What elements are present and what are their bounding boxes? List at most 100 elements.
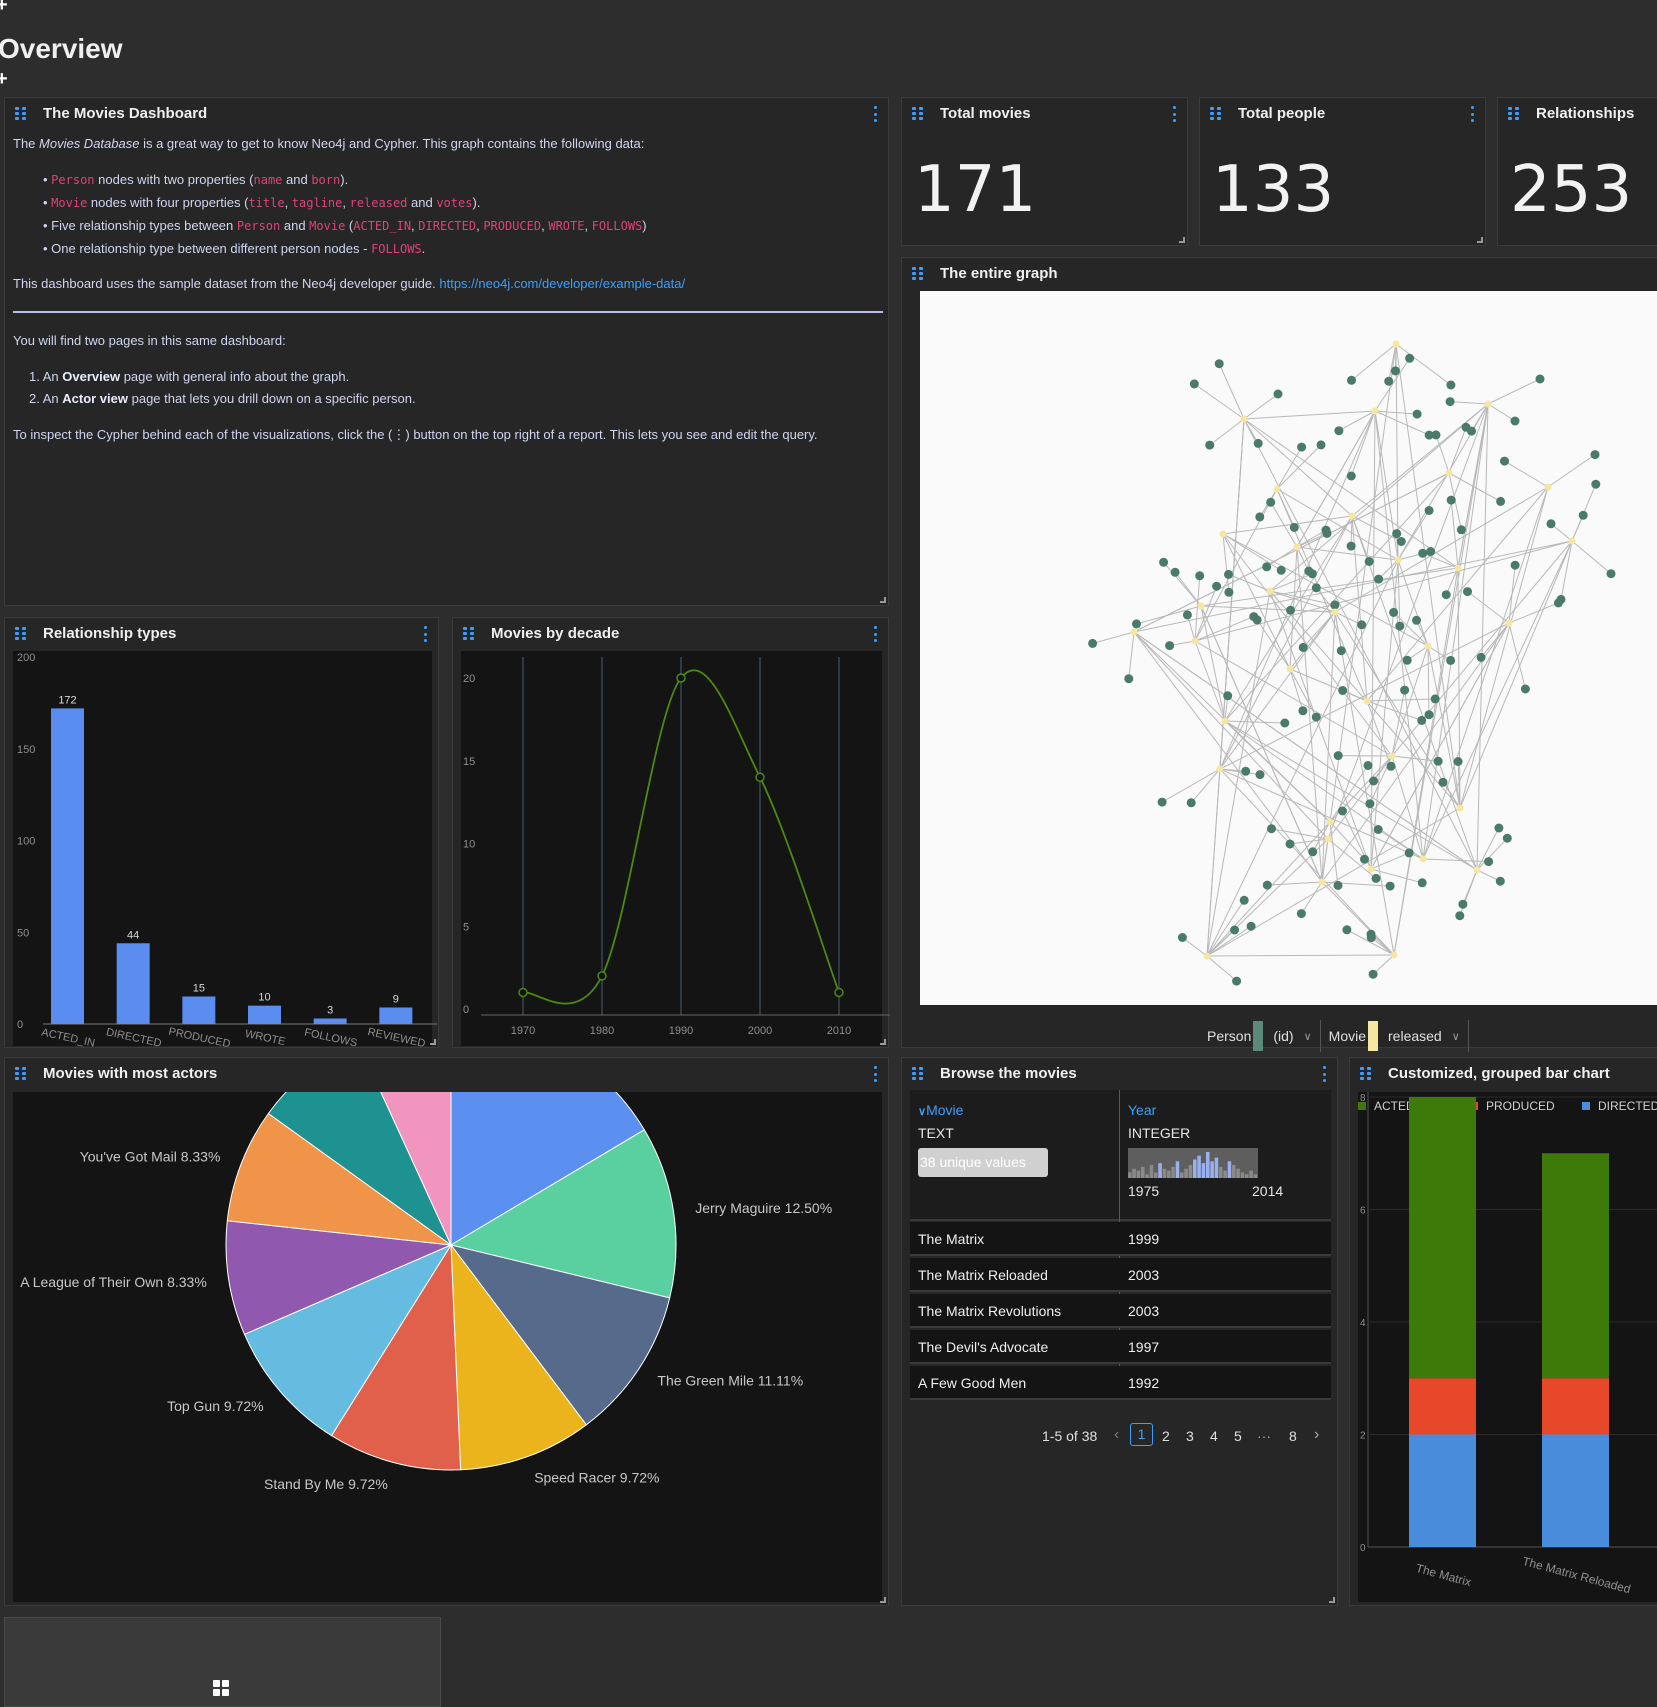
drag-handle-icon[interactable] xyxy=(1508,107,1520,119)
card-title: Relationship types xyxy=(43,625,176,642)
page-2-button[interactable]: 2 xyxy=(1162,1428,1170,1444)
resize-handle[interactable] xyxy=(1329,1597,1335,1603)
movie-node xyxy=(1425,643,1432,650)
histogram-bar xyxy=(1254,1174,1258,1178)
rel-types-card: Relationship types 050100150200172ACTED_… xyxy=(4,617,439,1048)
more-options-icon[interactable] xyxy=(874,626,878,642)
data-point xyxy=(598,972,606,980)
bar xyxy=(51,708,84,1024)
resize-handle[interactable] xyxy=(1477,237,1483,243)
person-node xyxy=(1434,757,1443,766)
more-options-icon[interactable] xyxy=(1323,1066,1327,1082)
resize-handle[interactable] xyxy=(880,1039,886,1045)
add-report-card[interactable] xyxy=(4,1617,441,1707)
drag-handle-icon[interactable] xyxy=(912,1067,924,1079)
person-node xyxy=(1342,925,1351,934)
add-report-icon[interactable]: + xyxy=(0,68,8,91)
movie-node xyxy=(1325,836,1332,843)
table-row[interactable]: The Matrix1999 xyxy=(910,1222,1331,1256)
page-3-button[interactable]: 3 xyxy=(1186,1428,1194,1444)
year-histogram xyxy=(1128,1148,1258,1178)
page-8-button[interactable]: 8 xyxy=(1289,1428,1297,1444)
card-title: The entire graph xyxy=(940,265,1058,282)
person-node xyxy=(1347,376,1356,385)
source-line: This dashboard uses the sample dataset f… xyxy=(13,276,685,292)
person-node xyxy=(1262,562,1271,571)
more-options-icon[interactable] xyxy=(1471,106,1475,122)
drag-handle-icon[interactable] xyxy=(1360,1067,1372,1079)
slice-label: You've Got Mail 8.33% xyxy=(80,1149,221,1165)
t: page with general info about the graph. xyxy=(120,369,349,384)
code: name xyxy=(254,173,283,187)
bar xyxy=(314,1018,347,1024)
relationship-types-chart: 050100150200172ACTED_IN44DIRECTED15PRODU… xyxy=(5,651,440,1049)
histogram-bar xyxy=(1167,1171,1171,1178)
person-node xyxy=(1334,426,1343,435)
resize-handle[interactable] xyxy=(1179,237,1185,243)
stacked-segment xyxy=(1542,1435,1609,1548)
example-data-link[interactable]: https://neo4j.com/developer/example-data… xyxy=(439,276,685,291)
y-tick-label: 2 xyxy=(1360,1431,1366,1442)
histogram-bar xyxy=(1219,1167,1223,1178)
drag-handle-icon[interactable] xyxy=(912,267,924,279)
more-options-icon[interactable] xyxy=(874,1066,878,1082)
drag-handle-icon[interactable] xyxy=(15,627,27,639)
movie-node xyxy=(1569,538,1576,545)
person-node xyxy=(1418,549,1427,558)
more-options-icon[interactable] xyxy=(424,626,428,642)
person-node xyxy=(1454,757,1463,766)
drag-handle-icon[interactable] xyxy=(463,627,475,639)
person-node xyxy=(1240,896,1249,905)
drag-handle-icon[interactable] xyxy=(15,107,27,119)
movie-node xyxy=(1131,629,1138,636)
drag-handle-icon[interactable] xyxy=(1210,107,1222,119)
legend-swatch xyxy=(1253,1021,1263,1051)
more-pages-button[interactable]: ··· xyxy=(1257,1428,1271,1444)
page-1-button[interactable]: 1 xyxy=(1130,1423,1153,1446)
table-row[interactable]: The Matrix Revolutions2003 xyxy=(910,1294,1331,1328)
person-node xyxy=(1266,498,1275,507)
person-node xyxy=(1347,472,1356,481)
next-page-icon[interactable]: › xyxy=(1314,1426,1319,1444)
year-min: 1975 xyxy=(1128,1183,1159,1199)
histogram-bar xyxy=(1202,1163,1206,1178)
person-node xyxy=(1297,443,1306,452)
table-row[interactable]: The Matrix Reloaded2003 xyxy=(910,1258,1331,1292)
legend-person[interactable]: Person (id) ∨ xyxy=(1207,1020,1321,1052)
more-options-icon[interactable] xyxy=(1173,106,1177,122)
resize-handle[interactable] xyxy=(430,1039,436,1045)
column-header-movie[interactable]: ∨Movie xyxy=(918,1102,963,1118)
person-node xyxy=(1212,582,1221,591)
table-row[interactable]: The Devil's Advocate1997 xyxy=(910,1330,1331,1364)
table-row[interactable]: A Few Good Men1992 xyxy=(910,1366,1331,1400)
more-options-icon[interactable] xyxy=(874,106,878,122)
person-node xyxy=(1372,874,1381,883)
movie-node xyxy=(1222,718,1229,725)
legend-prop: (id) xyxy=(1273,1028,1293,1044)
add-report-top-icon[interactable]: + xyxy=(0,0,8,17)
unique-values-badge: 38 unique values xyxy=(918,1148,1048,1177)
person-node xyxy=(1317,440,1326,449)
resize-handle[interactable] xyxy=(880,597,886,603)
person-node xyxy=(1547,519,1556,528)
drag-handle-icon[interactable] xyxy=(15,1067,27,1079)
person-node xyxy=(1254,439,1263,448)
movie-node xyxy=(1457,805,1464,812)
legend-movie[interactable]: Movie released ∨ xyxy=(1321,1020,1469,1052)
person-node xyxy=(1171,568,1180,577)
graph-canvas[interactable] xyxy=(920,291,1657,1005)
movie-node xyxy=(1364,698,1371,705)
histogram-bar xyxy=(1197,1156,1201,1178)
resize-handle[interactable] xyxy=(880,1597,886,1603)
prev-page-icon[interactable]: ‹ xyxy=(1114,1426,1119,1444)
page-5-button[interactable]: 5 xyxy=(1234,1428,1242,1444)
code: Movie xyxy=(309,219,345,233)
column-header-year[interactable]: Year xyxy=(1128,1102,1156,1118)
page-4-button[interactable]: 4 xyxy=(1210,1428,1218,1444)
person-node xyxy=(1337,646,1346,655)
drag-handle-icon[interactable] xyxy=(912,107,924,119)
graph-background xyxy=(920,291,1657,1005)
x-tick-label: 2010 xyxy=(827,1025,851,1037)
cell-movie: The Matrix xyxy=(918,1231,984,1247)
x-tick-label: FOLLOWS xyxy=(303,1027,358,1049)
